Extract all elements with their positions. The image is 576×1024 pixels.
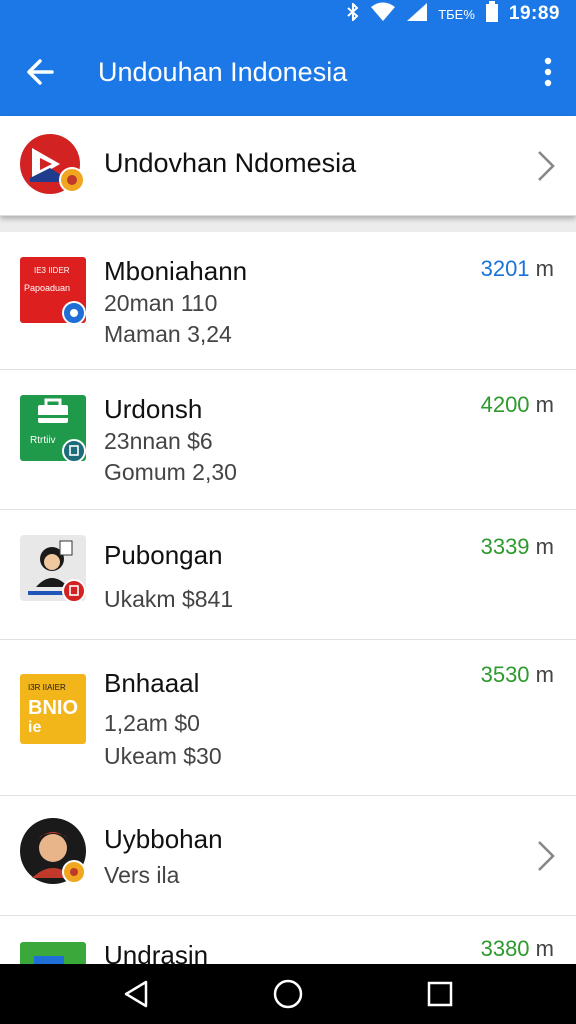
svg-text:IE3 IIDER: IE3 IIDER — [34, 266, 70, 275]
section-divider — [0, 216, 576, 232]
header-card[interactable]: Undovhan Ndomesia — [0, 116, 576, 216]
nav-recents-button[interactable] — [410, 964, 470, 1024]
item-detail: Ukeam $30 — [104, 743, 222, 769]
chevron-right-icon — [538, 151, 555, 181]
status-bar: ТБЕ% 19:89 — [0, 0, 576, 28]
list-item[interactable]: I3R IIAIER BNIO ie Bnhaaal 1,2am $0 Ukea… — [0, 640, 576, 796]
item-detail: 1,2am $0 — [104, 710, 200, 736]
circle-home-icon — [273, 979, 303, 1009]
page-title: Undouhan Indonesia — [98, 56, 348, 87]
overflow-menu-button[interactable] — [520, 28, 576, 116]
item-detail: Maman 3,24 — [104, 321, 232, 347]
item-name: Pubongan — [104, 540, 223, 570]
item-amount: 3530 m — [480, 662, 554, 687]
app-icon-red: IE3 IIDER Papoaduan — [20, 257, 86, 325]
battery-icon — [485, 0, 499, 28]
signal-icon — [406, 2, 428, 27]
chevron-right-icon — [538, 841, 555, 871]
list-item[interactable]: Undrasin 3380 m — [0, 916, 576, 964]
more-vertical-icon — [544, 57, 552, 87]
app-logo — [20, 134, 85, 194]
item-detail: 20man 110 — [104, 290, 218, 316]
svg-text:I3R IIAIER: I3R IIAIER — [28, 683, 66, 692]
yellow-app-icon: I3R IIAIER BNIO ie — [20, 674, 86, 744]
item-amount: 3380 m — [480, 936, 554, 961]
item-name: Bnhaaal — [104, 668, 200, 698]
header-title: Undovhan Ndomesia — [104, 148, 357, 178]
bluetooth-icon — [346, 1, 360, 26]
back-button[interactable] — [0, 28, 80, 116]
item-name: Urdonsh — [104, 394, 203, 424]
item-list: IE3 IIDER Papoaduan Mboniahann 20man 110… — [0, 232, 576, 964]
svg-text:ie: ie — [28, 719, 41, 736]
briefcase-app-icon: Rtrtiiv — [20, 395, 86, 463]
item-amount: 3339 m — [480, 534, 554, 559]
list-item[interactable]: Uybbohan Vers ila — [0, 796, 576, 916]
list-item[interactable]: IE3 IIDER Papoaduan Mboniahann 20man 110… — [0, 232, 576, 370]
arrow-left-icon — [27, 59, 54, 85]
list-item[interactable]: Rtrtiiv Urdonsh 23nnan $6 Gomum 2,30 420… — [0, 370, 576, 510]
item-name: Uybbohan — [104, 824, 223, 854]
list-item[interactable]: Pubongan Ukakm $841 3339 m — [0, 510, 576, 640]
item-detail: Vers ila — [104, 862, 180, 888]
svg-text:Papoaduan: Papoaduan — [24, 283, 70, 293]
item-amount: 4200 m — [480, 392, 554, 417]
clock: 19:89 — [508, 3, 560, 24]
wifi-icon — [370, 2, 396, 27]
triangle-back-icon — [124, 980, 148, 1008]
avatar — [20, 818, 86, 884]
nav-home-button[interactable] — [258, 964, 318, 1024]
battery-percent: ТБЕ% — [438, 6, 475, 22]
item-detail: Ukakm $841 — [104, 586, 234, 612]
nav-back-button[interactable] — [106, 964, 166, 1024]
svg-text:BNIO: BNIO — [28, 697, 78, 719]
item-detail: 23nnan $6 — [104, 428, 213, 454]
person-app-icon — [20, 535, 86, 603]
system-nav-bar — [0, 964, 576, 1024]
square-recents-icon — [427, 981, 453, 1007]
green-app-icon — [20, 942, 86, 964]
item-name: Mboniahann — [104, 256, 248, 286]
svg-text:Rtrtiiv: Rtrtiiv — [30, 435, 56, 446]
app-bar: Undouhan Indonesia — [0, 28, 576, 116]
item-detail: Gomum 2,30 — [104, 459, 237, 485]
item-amount: 3201 m — [480, 256, 554, 281]
item-name: Undrasin — [104, 940, 209, 964]
